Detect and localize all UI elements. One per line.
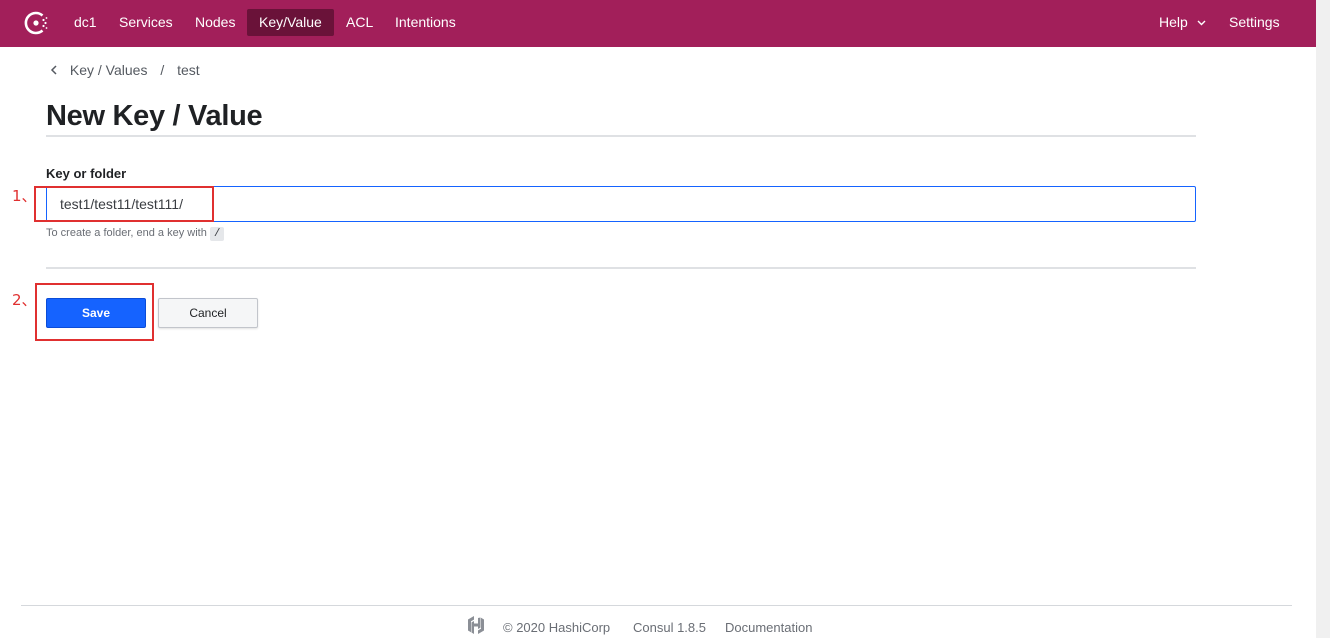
nav-datacenter[interactable]: dc1 (62, 9, 109, 36)
footer-copyright: © 2020 HashiCorp (503, 620, 611, 635)
key-input[interactable] (46, 186, 1196, 222)
page-title: New Key / Value (46, 100, 263, 132)
chevron-left-icon[interactable] (50, 65, 58, 75)
highlight-box-save-button (35, 283, 154, 341)
nav-services[interactable]: Services (107, 9, 185, 36)
top-navigation: dc1 Services Nodes Key/Value ACL Intenti… (0, 0, 1316, 47)
nav-acl[interactable]: ACL (334, 9, 385, 36)
hint-code: / (209, 227, 225, 241)
breadcrumb-key-values[interactable]: Key / Values (70, 62, 148, 78)
key-field-label: Key or folder (46, 166, 127, 181)
annotation-step-2: 2、 (12, 291, 37, 309)
form-divider (46, 267, 1196, 269)
nav-settings[interactable]: Settings (1217, 9, 1292, 36)
key-field-hint: To create a folder, end a key with / (46, 227, 225, 241)
hint-text: To create a folder, end a key with (46, 227, 207, 239)
footer-divider (21, 605, 1292, 606)
nav-help[interactable]: Help (1147, 9, 1218, 36)
breadcrumb-separator: / (160, 62, 165, 79)
breadcrumb: Key / Values / test (50, 61, 200, 79)
annotation-step-1: 1、 (12, 187, 37, 205)
nav-intentions[interactable]: Intentions (383, 9, 468, 36)
cancel-button[interactable]: Cancel (158, 298, 258, 328)
nav-nodes[interactable]: Nodes (183, 9, 247, 36)
breadcrumb-test[interactable]: test (177, 62, 200, 78)
chevron-down-icon (1197, 20, 1206, 26)
highlight-box-key-input (34, 186, 214, 222)
title-divider (46, 135, 1196, 137)
nav-key-value[interactable]: Key/Value (247, 9, 334, 36)
help-label: Help (1159, 14, 1188, 30)
footer-version[interactable]: Consul 1.8.5 (633, 620, 706, 635)
consul-logo-icon[interactable] (22, 9, 50, 37)
vertical-scrollbar[interactable] (1316, 0, 1330, 638)
hashicorp-logo-icon (468, 616, 484, 634)
footer-documentation-link[interactable]: Documentation (725, 620, 812, 635)
